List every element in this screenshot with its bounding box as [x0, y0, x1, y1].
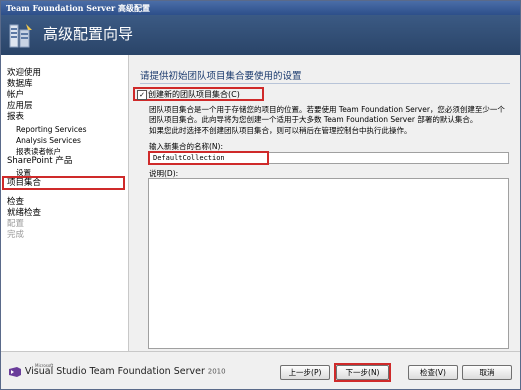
collection-description: 团队项目集合是一个用于存储您的项目的位置。若要使用 Team Foundatio…	[149, 105, 505, 124]
create-collection-label[interactable]: 创建新的团队项目集合(C)	[148, 89, 240, 100]
sidebar-item-application-tier[interactable]: 应用层	[7, 101, 33, 112]
wizard-header-title: 高级配置向导	[43, 25, 134, 43]
sidebar-item-review[interactable]: 检查	[7, 197, 24, 208]
collection-note: 如果您此时选择不创建团队项目集合，则可以稍后在管理控制台中执行此操作。	[149, 126, 412, 135]
product-year: 2010	[207, 367, 226, 376]
sidebar-item-project-collection[interactable]: 项目集合	[7, 178, 41, 189]
sidebar-item-welcome[interactable]: 欢迎使用	[7, 68, 41, 79]
collection-name-highlight	[148, 151, 270, 165]
sidebar-item-reporting[interactable]: 报表	[7, 112, 24, 123]
previous-button[interactable]: 上一步(P)	[280, 365, 330, 380]
next-button[interactable]: 下一步(N)	[336, 365, 389, 380]
sidebar-item-reporting-services[interactable]: Reporting Services	[16, 124, 86, 135]
sidebar-item-analysis-services[interactable]: Analysis Services	[16, 135, 81, 146]
sidebar-item-configure: 配置	[7, 219, 25, 229]
wizard-footer: Microsoft Visual Studio Team Foundation …	[1, 351, 520, 389]
visual-studio-logo: Microsoft Visual Studio Team Foundation …	[8, 363, 226, 377]
cancel-button[interactable]: 取消	[462, 365, 512, 380]
window-title: Team Foundation Server 高级配置	[6, 3, 151, 13]
description-textarea[interactable]	[148, 178, 509, 349]
collection-name-input-extent[interactable]	[269, 152, 509, 164]
wizard-header: 高级配置向导	[1, 15, 520, 55]
sidebar-item-sharepoint[interactable]: SharePoint 产品	[7, 156, 72, 167]
review-button[interactable]: 检查(V)	[408, 365, 458, 380]
wizard-steps-sidebar: 欢迎使用 数据库 帐户 应用层 报表 Reporting Services An…	[1, 55, 129, 351]
sidebar-item-complete: 完成	[7, 230, 25, 240]
microsoft-wordmark: Microsoft	[35, 363, 54, 368]
visual-studio-logo-icon	[9, 366, 21, 377]
sidebar-item-database[interactable]: 数据库	[7, 79, 33, 90]
sidebar-item-account[interactable]: 帐户	[7, 90, 24, 101]
window-title-bar: Team Foundation Server 高级配置	[1, 1, 520, 15]
section-title: 请提供初始团队项目集合要使用的设置	[140, 71, 302, 82]
create-collection-checkbox[interactable]: ✓	[137, 90, 147, 100]
collection-name-input[interactable]	[151, 153, 270, 163]
server-wizard-icon	[9, 24, 32, 48]
wizard-main-panel: 请提供初始团队项目集合要使用的设置 ✓ 创建新的团队项目集合(C) 团队项目集合…	[129, 55, 520, 351]
wizard-window: Team Foundation Server 高级配置 高级配置向导 欢迎使用 …	[0, 0, 521, 390]
section-divider	[140, 83, 510, 84]
sidebar-item-readiness-checks[interactable]: 就绪检查	[7, 208, 41, 219]
